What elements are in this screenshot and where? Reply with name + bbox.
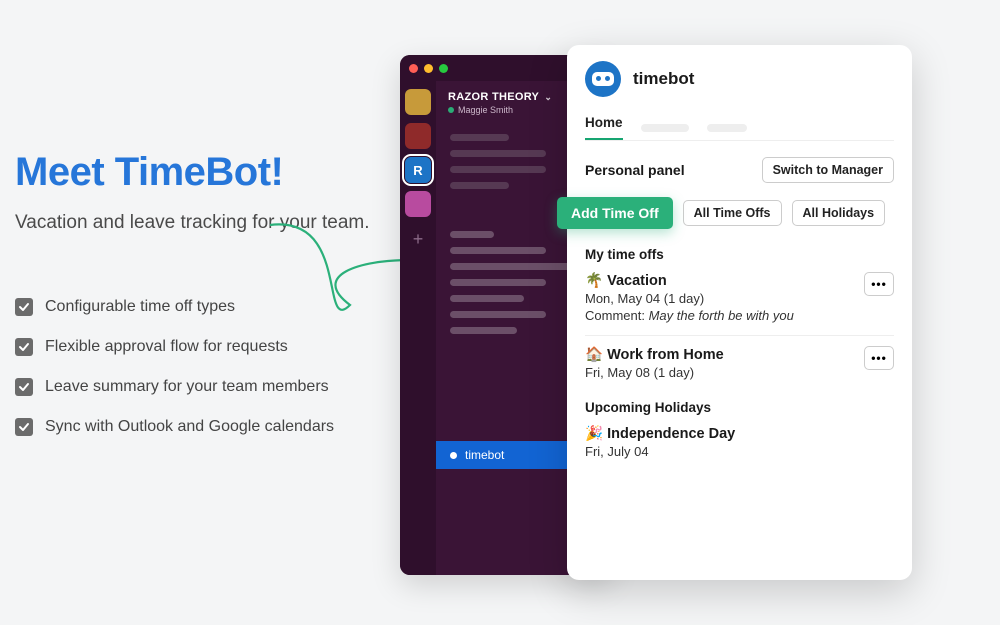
holiday-name: Independence Day [607,426,735,442]
panel-title: timebot [633,69,694,89]
tab-placeholder[interactable] [707,124,747,132]
feature-item: Sync with Outlook and Google calendars [15,418,385,436]
hero-block: Meet TimeBot! Vacation and leave trackin… [15,150,385,458]
timeoff-entry: 🏠 Work from Home Fri, May 08 (1 day) ••• [585,346,894,380]
timebot-panel: timebot Home Personal panel Switch to Ma… [567,45,912,580]
panel-tabs: Home [585,115,894,141]
window-zoom-icon[interactable] [439,64,448,73]
upcoming-holidays-header: Upcoming Holidays [585,400,894,415]
tab-placeholder[interactable] [641,124,689,132]
timebot-avatar [585,61,621,97]
feature-item: Leave summary for your team members [15,378,385,396]
window-minimize-icon[interactable] [424,64,433,73]
current-user: Maggie Smith [448,105,552,115]
entry-more-button[interactable]: ••• [864,272,894,296]
feature-list: Configurable time off types Flexible app… [15,298,385,436]
window-close-icon[interactable] [409,64,418,73]
all-time-offs-button[interactable]: All Time Offs [683,200,782,226]
bot-icon [592,72,614,86]
workspace-tile[interactable] [405,123,431,149]
personal-panel-label: Personal panel [585,162,685,178]
add-time-off-button[interactable]: Add Time Off [557,197,673,229]
check-icon [15,418,33,436]
workspace-tile-active[interactable]: R [405,157,431,183]
timeoff-date: Fri, May 08 (1 day) [585,365,854,380]
emoji-icon: 🎉 [585,426,603,442]
check-icon [15,338,33,356]
all-holidays-button[interactable]: All Holidays [792,200,886,226]
check-icon [15,298,33,316]
divider [585,335,894,336]
feature-item: Flexible approval flow for requests [15,338,385,356]
emoji-icon: 🏠 [585,347,603,363]
workspace-tile[interactable] [405,191,431,217]
my-time-offs-header: My time offs [585,247,894,262]
chevron-down-icon: ⌄ [544,92,552,102]
workspace-name[interactable]: RAZOR THEORY ⌄ [448,91,552,103]
app-presence-icon [450,452,457,459]
sidebar-item-label: timebot [465,448,504,462]
holiday-date: Fri, July 04 [585,444,894,459]
timeoff-entry: 🌴 Vacation Mon, May 04 (1 day) Comment: … [585,272,894,323]
switch-to-manager-button[interactable]: Switch to Manager [762,157,894,183]
workspace-switcher: R + [400,81,436,575]
hero-subtitle: Vacation and leave tracking for your tea… [15,209,385,238]
feature-text: Flexible approval flow for requests [45,338,288,356]
feature-text: Leave summary for your team members [45,378,329,396]
feature-text: Configurable time off types [45,298,235,316]
timeoff-comment: Comment: May the forth be with you [585,308,854,323]
add-workspace-icon[interactable]: + [413,229,424,250]
timeoff-name: Work from Home [607,347,724,363]
presence-icon [448,107,454,113]
feature-text: Sync with Outlook and Google calendars [45,418,334,436]
workspace-tile[interactable] [405,89,431,115]
holiday-entry: 🎉 Independence Day Fri, July 04 [585,425,894,459]
entry-more-button[interactable]: ••• [864,346,894,370]
emoji-icon: 🌴 [585,273,603,289]
check-icon [15,378,33,396]
timeoff-name: Vacation [607,273,667,289]
timeoff-date: Mon, May 04 (1 day) [585,291,854,306]
hero-title: Meet TimeBot! [15,150,385,195]
feature-item: Configurable time off types [15,298,385,316]
tab-home[interactable]: Home [585,115,623,140]
